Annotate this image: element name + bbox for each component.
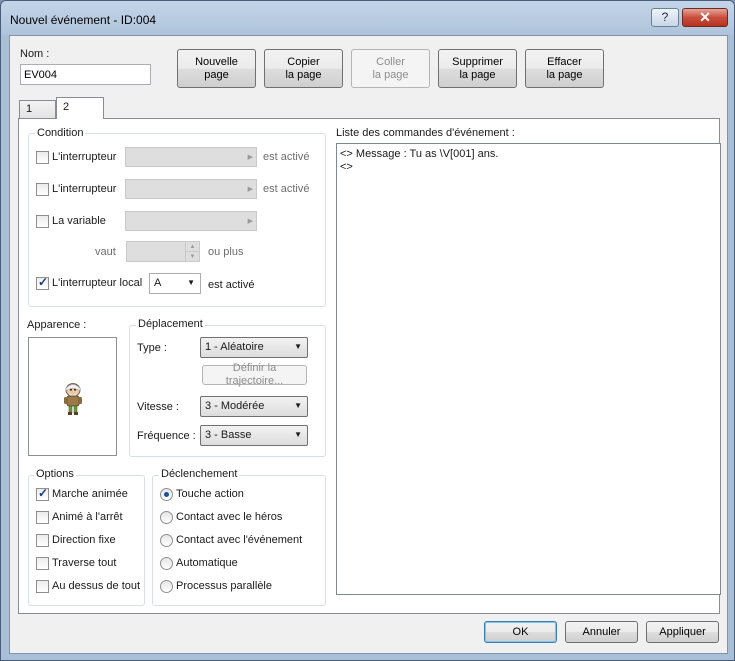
dialog-client-area: Nom : Nouvellepage Copierla page Collerl…: [9, 35, 728, 654]
clear-page-button[interactable]: Effacer la page: [525, 49, 604, 88]
command-line[interactable]: <>: [340, 161, 717, 174]
tab-page-1[interactable]: 1: [19, 100, 56, 118]
option-checkbox[interactable]: [36, 511, 49, 524]
copy-page-button[interactable]: Copier la page: [264, 49, 343, 88]
event-editor-window: Nouvel événement - ID:004 ? ✕ Nom : Nouv…: [0, 0, 735, 661]
frequency-label: Fréquence :: [137, 430, 196, 442]
option-label: Marche animée: [52, 488, 128, 500]
help-button[interactable]: ?: [651, 8, 679, 27]
switch2-selector[interactable]: ▶: [125, 179, 257, 199]
switch1-suffix: est activé: [263, 151, 310, 163]
trigger-label: Touche action: [176, 488, 244, 500]
clear-page-label-line1: Effacer: [547, 55, 582, 68]
movement-title: Déplacement: [136, 318, 205, 330]
apparence-title: Apparence :: [27, 319, 87, 331]
variable-label: La variable: [52, 215, 106, 227]
local-switch-value: A: [154, 277, 162, 289]
chevron-right-icon: ▶: [247, 154, 253, 161]
local-switch-checkbox[interactable]: [36, 275, 49, 290]
switch1-checkbox[interactable]: [36, 151, 49, 164]
copy-page-label-line1: Copier: [287, 55, 320, 68]
close-button[interactable]: ✕: [682, 8, 728, 27]
page-panel: Condition L'interrupteur ▶ est activé L'…: [18, 118, 721, 614]
new-page-button[interactable]: Nouvelle page: [177, 49, 256, 88]
local-switch-suffix: est activé: [208, 279, 255, 291]
trigger-radio[interactable]: [160, 580, 173, 593]
variable-checkbox[interactable]: [36, 215, 49, 228]
option-checkbox[interactable]: [36, 486, 49, 501]
trigger-label: Automatique: [176, 557, 238, 569]
title-bar[interactable]: Nouvel événement - ID:004 ? ✕: [1, 1, 734, 35]
trigger-radio[interactable]: [160, 488, 173, 501]
command-list-title: Liste des commandes d'événement :: [336, 127, 515, 139]
options-title: Options: [34, 468, 76, 480]
speed-label: Vitesse :: [137, 401, 179, 413]
option-label: Animé à l'arrêt: [52, 511, 123, 523]
frequency-select[interactable]: 3 - Basse ▼: [200, 425, 308, 446]
option-checkbox[interactable]: [36, 557, 49, 570]
trigger-label: Processus parallèle: [176, 580, 272, 592]
clear-page-label-line2: la page: [546, 68, 583, 81]
speed-value: 3 - Modérée: [205, 400, 265, 412]
movement-type-select[interactable]: 1 - Aléatoire ▼: [200, 337, 308, 358]
paste-page-label-line2: la page: [372, 68, 409, 81]
appearance-preview[interactable]: [28, 337, 117, 456]
chevron-down-icon: ▼: [294, 430, 302, 439]
variable-selector[interactable]: ▶: [125, 211, 257, 231]
delete-page-label-line2: la page: [459, 68, 496, 81]
trigger-radio[interactable]: [160, 511, 173, 524]
trigger-label: Contact avec l'événement: [176, 534, 303, 546]
option-checkbox[interactable]: [36, 580, 49, 593]
name-label: Nom :: [20, 48, 50, 60]
command-list[interactable]: <> Message : Tu as \V[001] ans. <>: [336, 143, 721, 595]
chevron-down-icon: ▼: [294, 342, 302, 351]
new-page-label-line2: page: [204, 68, 229, 81]
apply-button[interactable]: Appliquer: [646, 621, 719, 643]
option-label: Traverse tout: [52, 557, 117, 569]
copy-page-label-line2: la page: [285, 68, 322, 81]
switch1-selector[interactable]: ▶: [125, 147, 257, 167]
option-checkbox[interactable]: [36, 534, 49, 547]
option-label: Direction fixe: [52, 534, 116, 546]
spin-up-icon[interactable]: ▲: [185, 242, 199, 252]
chevron-right-icon: ▶: [247, 186, 253, 193]
chevron-down-icon: ▼: [187, 278, 195, 287]
switch2-checkbox[interactable]: [36, 183, 49, 196]
paste-page-label-line1: Coller: [376, 55, 405, 68]
variable-value-spinner[interactable]: ▲ ▼: [126, 241, 200, 262]
switch1-label: L'interrupteur: [52, 151, 117, 163]
tab-page-2[interactable]: 2: [56, 97, 104, 119]
vaut-label: vaut: [95, 246, 116, 258]
spin-down-icon[interactable]: ▼: [185, 252, 199, 262]
define-route-button[interactable]: Définir la trajectoire...: [202, 362, 307, 387]
frequency-value: 3 - Basse: [205, 429, 252, 441]
command-line[interactable]: <> Message : Tu as \V[001] ans.: [340, 148, 717, 161]
switch2-suffix: est activé: [263, 183, 310, 195]
ou-plus-label: ou plus: [208, 246, 244, 258]
movement-type-label: Type :: [137, 342, 167, 354]
ok-button[interactable]: OK: [484, 621, 557, 643]
switch2-label: L'interrupteur: [52, 183, 117, 195]
chevron-down-icon: ▼: [294, 401, 302, 410]
local-switch-label: L'interrupteur local: [52, 277, 143, 289]
trigger-title: Déclenchement: [159, 468, 240, 480]
new-page-label-line1: Nouvelle: [195, 55, 238, 68]
window-title: Nouvel événement - ID:004: [10, 13, 157, 27]
trigger-radio[interactable]: [160, 534, 173, 547]
paste-page-button[interactable]: Coller la page: [351, 49, 430, 88]
speed-select[interactable]: 3 - Modérée ▼: [200, 396, 308, 417]
trigger-label: Contact avec le héros: [176, 511, 283, 523]
delete-page-label-line1: Supprimer: [452, 55, 503, 68]
character-sprite-icon: [64, 383, 82, 415]
name-input[interactable]: [20, 64, 151, 85]
option-label: Au dessus de tout: [52, 580, 141, 592]
cancel-button[interactable]: Annuler: [565, 621, 638, 643]
movement-type-value: 1 - Aléatoire: [205, 341, 264, 353]
delete-page-button[interactable]: Supprimer la page: [438, 49, 517, 88]
chevron-right-icon: ▶: [247, 218, 253, 225]
local-switch-select[interactable]: A ▼: [149, 273, 201, 294]
trigger-radio[interactable]: [160, 557, 173, 570]
condition-title: Condition: [35, 127, 86, 139]
